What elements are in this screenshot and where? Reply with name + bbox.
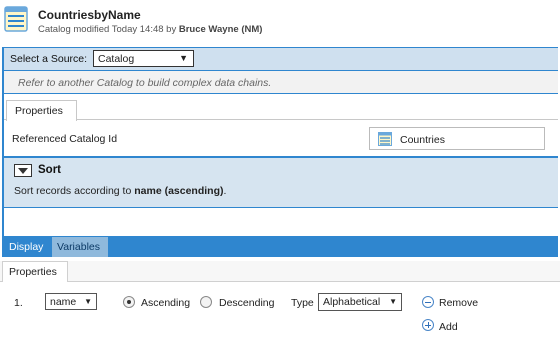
- empty-area: [4, 208, 558, 236]
- ascending-radio[interactable]: [123, 296, 135, 308]
- remove-icon[interactable]: [422, 296, 434, 308]
- source-select[interactable]: Catalog ▼: [93, 50, 194, 67]
- add-button[interactable]: Add: [439, 321, 458, 333]
- sort-panel: Sort Sort records according to name (asc…: [4, 158, 558, 207]
- sort-field-select[interactable]: name ▼: [45, 293, 97, 310]
- referenced-catalog-field[interactable]: Countries: [369, 127, 545, 150]
- tab-variables[interactable]: Variables: [52, 237, 108, 257]
- ascending-label: Ascending: [141, 297, 191, 309]
- source-bar: Select a Source: Catalog ▼: [4, 48, 558, 70]
- source-hint: Refer to another Catalog to build comple…: [18, 77, 272, 89]
- catalog-header: CountriesbyName Catalog modified Today 1…: [0, 0, 560, 44]
- type-label: Type: [291, 297, 314, 309]
- view-tabs: Display Variables: [4, 237, 558, 257]
- author-name: Bruce Wayne (NM): [178, 24, 263, 35]
- catalog-title: CountriesbyName: [38, 8, 141, 22]
- sort-row-number: 1.: [14, 297, 23, 309]
- sort-title: Sort: [38, 164, 61, 176]
- source-frame: Select a Source: Catalog ▼ Refer to anot…: [2, 47, 558, 257]
- tab-properties[interactable]: Properties: [6, 100, 77, 121]
- descending-label: Descending: [219, 297, 275, 309]
- triangle-down-icon: [18, 168, 28, 174]
- referenced-catalog-label: Referenced Catalog Id: [12, 133, 118, 145]
- add-icon[interactable]: [422, 319, 434, 331]
- catalog-table-icon: [378, 132, 392, 146]
- dropdown-arrow-icon: ▼: [84, 297, 92, 306]
- source-label: Select a Source:: [10, 53, 88, 65]
- properties-panel: Properties Referenced Catalog Id Countri…: [4, 94, 558, 156]
- tab-display[interactable]: Display: [4, 237, 51, 257]
- sort-description: Sort records according to name (ascendin…: [14, 185, 227, 197]
- descending-radio[interactable]: [200, 296, 212, 308]
- properties-tab-strip: Properties: [4, 100, 558, 121]
- tab-sort-properties[interactable]: Properties: [2, 261, 68, 282]
- catalog-table-icon: [4, 6, 28, 32]
- collapse-toggle-button[interactable]: [14, 164, 32, 177]
- sort-properties-tab-strip: Properties: [0, 261, 560, 282]
- sort-type-select[interactable]: Alphabetical ▼: [318, 293, 402, 311]
- catalog-modified-info: Catalog modified Today 14:48 by Bruce Wa…: [38, 24, 263, 35]
- source-hint-bar: Refer to another Catalog to build comple…: [4, 71, 558, 93]
- dropdown-arrow-icon: ▼: [389, 297, 397, 306]
- dropdown-arrow-icon: ▼: [179, 53, 188, 63]
- referenced-catalog-value: Countries: [400, 134, 445, 146]
- remove-button[interactable]: Remove: [439, 297, 478, 309]
